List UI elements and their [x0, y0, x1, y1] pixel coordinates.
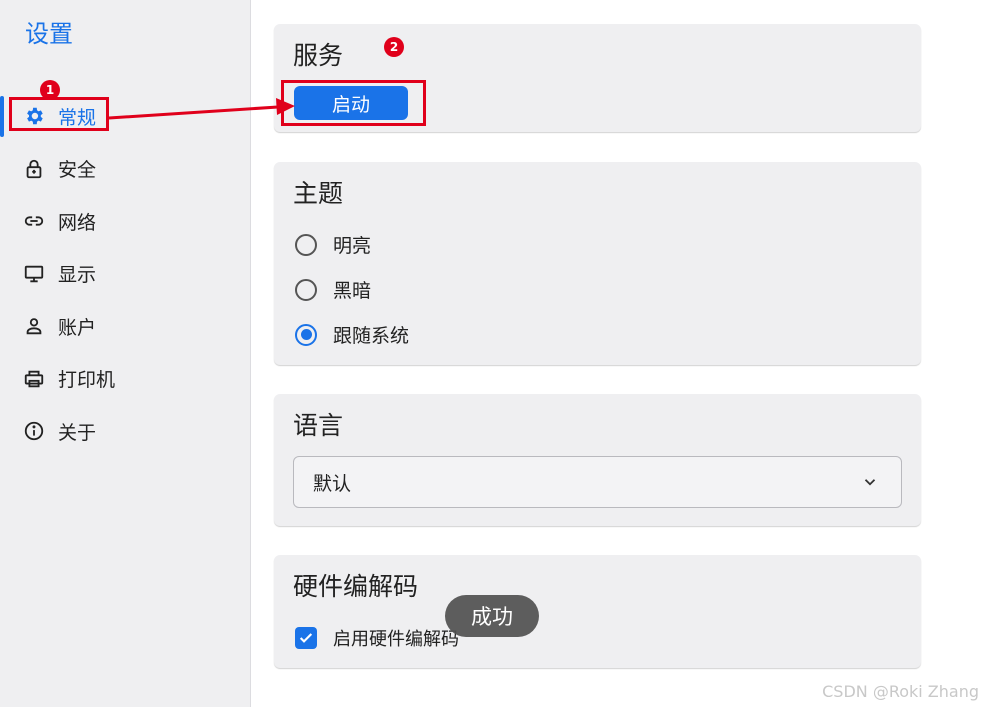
service-title: 服务 [293, 41, 344, 70]
watermark: CSDN @Roki Zhang [822, 682, 979, 701]
monitor-icon [22, 262, 46, 286]
success-toast: 成功 [445, 595, 539, 637]
theme-option-system[interactable]: 跟随系统 [295, 321, 409, 348]
sidebar-item-label: 安全 [58, 159, 97, 182]
sidebar-item-security[interactable]: 安全 [0, 143, 250, 196]
language-title: 语言 [293, 411, 344, 440]
sidebar-item-display[interactable]: 显示 [0, 248, 250, 301]
link-icon [22, 209, 46, 233]
sidebar-item-label: 关于 [58, 421, 97, 444]
sidebar-item-label: 显示 [58, 264, 97, 287]
theme-option-light[interactable]: 明亮 [295, 231, 371, 258]
sidebar-nav: 常规 安全 网络 显示 账户 打印机 关于 [0, 90, 250, 458]
radio-label: 黑暗 [333, 280, 372, 302]
hardware-checkbox-row[interactable]: 启用硬件编解码 [295, 625, 459, 651]
language-card: 语言 默认 [274, 394, 921, 526]
settings-window: 设置 常规 安全 网络 显示 账户 打印机 关于 服务 启动 主题 明亮 黑暗 … [0, 0, 984, 707]
theme-option-dark[interactable]: 黑暗 [295, 276, 371, 303]
annotation-badge-2: 2 [384, 37, 404, 57]
theme-card: 主题 明亮 黑暗 跟随系统 [274, 162, 921, 365]
annotation-box-start [281, 80, 426, 126]
annotation-box-general [9, 97, 109, 131]
radio-button-checked[interactable] [295, 323, 317, 346]
radio-label: 跟随系统 [333, 325, 410, 347]
sidebar-item-label: 打印机 [58, 369, 116, 392]
radio-button[interactable] [295, 233, 317, 256]
theme-title: 主题 [293, 179, 344, 208]
sidebar-item-account[interactable]: 账户 [0, 300, 250, 353]
sidebar-item-about[interactable]: 关于 [0, 405, 250, 458]
checkbox-checked[interactable] [295, 627, 317, 649]
sidebar-item-network[interactable]: 网络 [0, 195, 250, 248]
language-select[interactable]: 默认 [293, 456, 902, 508]
person-icon [22, 314, 46, 338]
info-icon [22, 419, 46, 443]
radio-label: 明亮 [333, 235, 372, 257]
sidebar-item-printer[interactable]: 打印机 [0, 353, 250, 406]
radio-button[interactable] [295, 278, 317, 301]
annotation-badge-1: 1 [40, 80, 60, 100]
printer-icon [22, 367, 46, 391]
sidebar-item-label: 网络 [58, 211, 97, 234]
sidebar-item-label: 账户 [58, 316, 97, 339]
sidebar-title: 设置 [25, 20, 73, 48]
checkbox-label: 启用硬件编解码 [333, 629, 459, 650]
language-select-value: 默认 [313, 472, 352, 495]
lock-icon [22, 157, 46, 181]
hardware-card: 硬件编解码 启用硬件编解码 [274, 555, 921, 668]
chevron-down-icon [864, 479, 876, 486]
check-icon [299, 633, 313, 643]
hardware-title: 硬件编解码 [293, 572, 419, 601]
